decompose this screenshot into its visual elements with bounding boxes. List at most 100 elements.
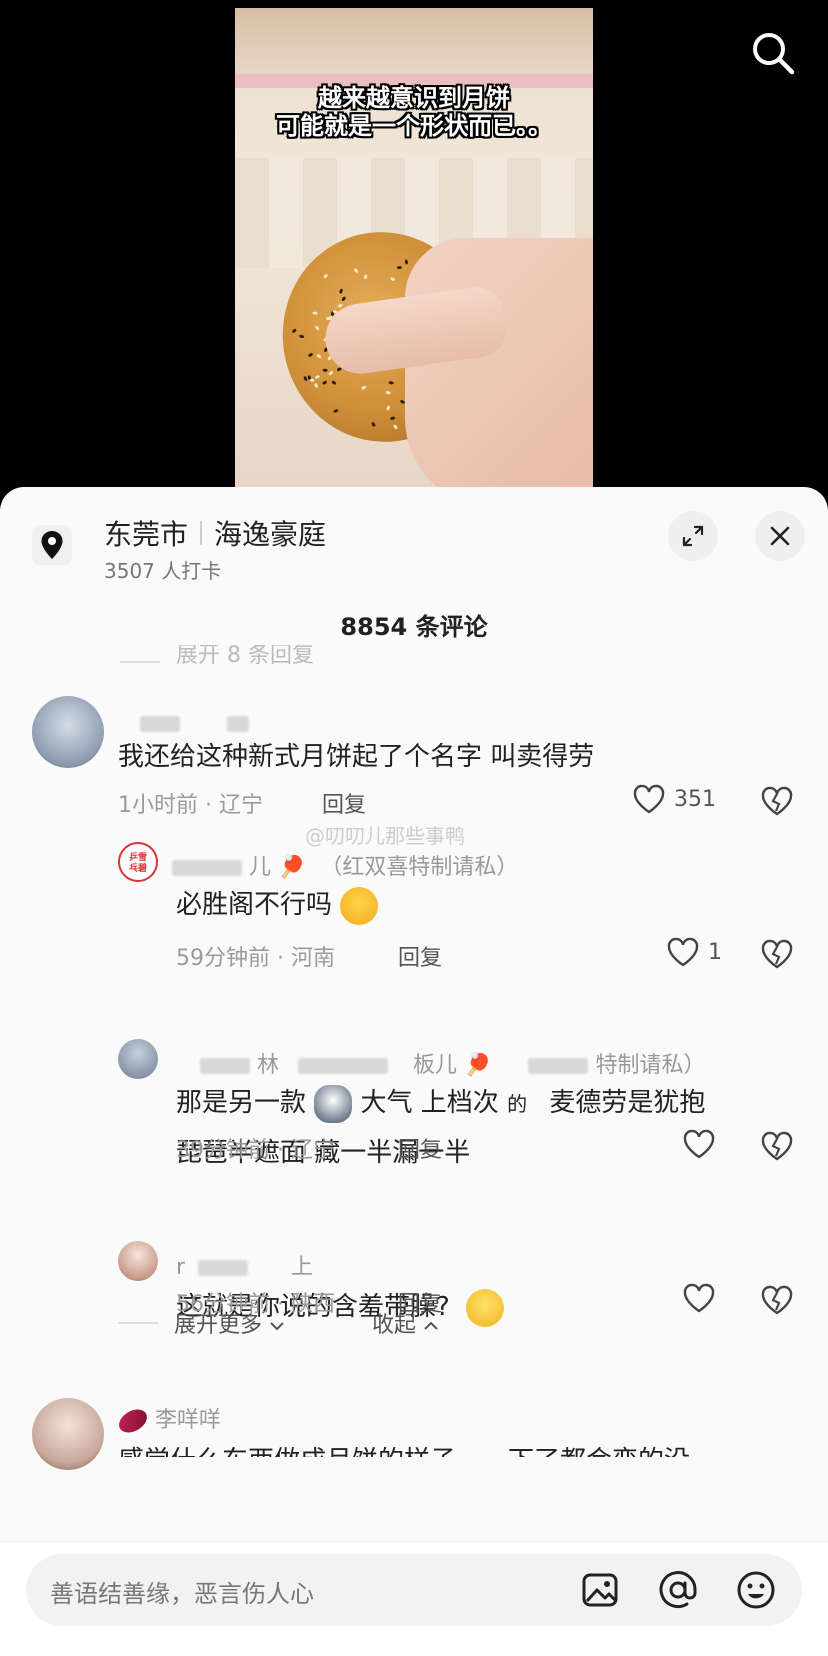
image-icon — [582, 1573, 618, 1607]
comment-author-name: 李咩咩 — [155, 1408, 222, 1433]
sesame-seed — [360, 384, 366, 390]
sesame-seed — [322, 379, 328, 386]
sesame-seed — [291, 328, 298, 334]
reply-author-note: （红双喜特制请私） — [320, 855, 519, 880]
comment-author[interactable]: 李咩咩 — [115, 1402, 222, 1438]
location-icon-box[interactable] — [32, 525, 72, 565]
reply-text-content: 必胜阁不行吗 — [176, 890, 333, 920]
comment-input-placeholder: 善语结善缘，恶言伤人心 — [50, 1580, 314, 1608]
sesame-seed — [314, 325, 320, 331]
like-button[interactable] — [682, 1282, 716, 1314]
reply-author[interactable]: 林 板儿 🏓 特制请私） — [200, 1047, 705, 1079]
emoji-button[interactable] — [734, 1568, 778, 1612]
expand-more-row[interactable]: 展开更多 — [118, 1307, 285, 1339]
video-caption: 越来越意识到月饼 可能就是一个形状而已。。 — [235, 84, 593, 140]
comment-count: 8854 条评论 — [340, 613, 488, 641]
reply-button[interactable]: 回复 — [322, 787, 366, 819]
sesame-seed — [314, 374, 320, 380]
blurred-name — [200, 1058, 250, 1074]
sesame-seed — [307, 352, 314, 358]
collapse-label: 收起 — [372, 1313, 417, 1338]
video-frame[interactable]: 越来越意识到月饼 可能就是一个形状而已。。 — [235, 8, 593, 494]
close-icon — [770, 526, 790, 546]
sesame-seed — [404, 258, 409, 265]
reply-text-segment: 大气 上档次 — [360, 1088, 499, 1118]
sesame-seed — [312, 311, 318, 316]
reply-author[interactable]: r 上 — [176, 1249, 313, 1281]
like-button[interactable]: 351 — [632, 783, 716, 815]
reply-author-part1: 林 — [257, 1053, 280, 1078]
reply-text-segment: 的 — [507, 1092, 528, 1116]
reply-author-part2: 板儿 — [413, 1053, 458, 1078]
sesame-seed — [299, 333, 305, 339]
comment-input[interactable]: 善语结善缘，恶言伤人心 — [26, 1554, 802, 1626]
dislike-button[interactable] — [760, 785, 794, 821]
search-button[interactable] — [748, 28, 798, 78]
blurred-name — [528, 1058, 589, 1074]
expand-sheet-button[interactable] — [668, 511, 718, 561]
heart-icon — [633, 784, 665, 814]
like-button[interactable]: 1 — [666, 936, 722, 968]
sesame-seed — [331, 380, 338, 386]
sesame-seed — [322, 273, 329, 280]
location-place: 海逸豪庭 — [214, 518, 327, 551]
like-button[interactable] — [682, 1128, 716, 1160]
sesame-seed — [371, 421, 377, 428]
dislike-button[interactable] — [760, 938, 794, 974]
location-pin-icon — [41, 531, 63, 559]
comment-text: 我还给这种新式月饼起了个名字 叫卖得劳 — [118, 742, 595, 772]
dislike-button[interactable] — [760, 1130, 794, 1166]
sesame-seed — [309, 379, 315, 383]
avatar[interactable] — [118, 1039, 158, 1079]
expand-more-button[interactable]: 展开更多 — [174, 1307, 285, 1339]
chevron-up-icon — [424, 1321, 438, 1330]
shy-emoji-icon — [466, 1288, 505, 1327]
broken-heart-icon — [761, 1285, 793, 1315]
sesame-seed — [386, 405, 392, 412]
svg-text:乓碧: 乓碧 — [129, 862, 147, 874]
dislike-button[interactable] — [760, 1284, 794, 1320]
sesame-seed — [340, 295, 347, 302]
location-title[interactable]: 东莞市 海逸豪庭 — [104, 513, 326, 553]
blurred-name — [298, 1058, 389, 1074]
collapse-button[interactable]: 收起 — [372, 1307, 439, 1339]
location-separator — [200, 521, 203, 545]
avatar[interactable]: 乒雪 乓碧 — [118, 842, 158, 882]
avatar[interactable] — [118, 1241, 158, 1281]
divider-line — [120, 661, 160, 663]
sesame-seed — [327, 370, 334, 376]
like-count: 351 — [674, 786, 716, 812]
comment-time-location: 1小时前 · 辽宁 — [118, 793, 263, 818]
sesame-seed — [389, 416, 396, 421]
reply-author[interactable]: 儿 🏓 （红双喜特制请私） — [172, 849, 518, 881]
reply-text: 必胜阁不行吗 — [176, 881, 379, 929]
close-button[interactable] — [755, 511, 805, 561]
location-checkins: 3507 人打卡 — [104, 559, 222, 583]
reply-author-part3: 特制请私） — [595, 1053, 706, 1078]
image-button[interactable] — [578, 1568, 622, 1612]
reply-text-line-1: 那是另一款 大气 上档次 的 麦德劳是犹抱 — [176, 1079, 705, 1128]
video-area[interactable]: 越来越意识到月饼 可能就是一个形状而已。。 — [0, 0, 828, 500]
sesame-seed — [385, 390, 392, 395]
reply-text-segment: 麦德劳是犹抱 — [549, 1088, 706, 1118]
divider-line — [118, 1322, 158, 1324]
mention-button[interactable] — [656, 1568, 700, 1612]
smiley-icon — [737, 1571, 775, 1609]
sesame-seed — [363, 273, 368, 280]
avatar[interactable] — [32, 1398, 104, 1470]
reply-text-segment: 那是另一款 — [176, 1088, 307, 1118]
expand-icon — [682, 525, 704, 547]
blurred-name — [198, 1260, 249, 1276]
faded-expand-replies[interactable]: 展开 8 条回复 — [120, 645, 520, 669]
thinking-emoji-icon — [340, 886, 379, 925]
blurred-name — [172, 860, 242, 876]
hand-image — [405, 238, 593, 494]
reply-author-suffix: 儿 — [249, 855, 272, 880]
reply-button[interactable]: 回复 — [398, 940, 442, 972]
reply-time-location: 39分钟前 · 辽宁 — [176, 1138, 335, 1163]
reply-button[interactable]: 回复 — [398, 1132, 442, 1164]
svg-text:乒雪: 乒雪 — [129, 851, 147, 863]
avatar[interactable] — [32, 696, 104, 768]
caption-line-1: 越来越意识到月饼 — [318, 84, 510, 112]
broken-heart-icon — [761, 1131, 793, 1161]
